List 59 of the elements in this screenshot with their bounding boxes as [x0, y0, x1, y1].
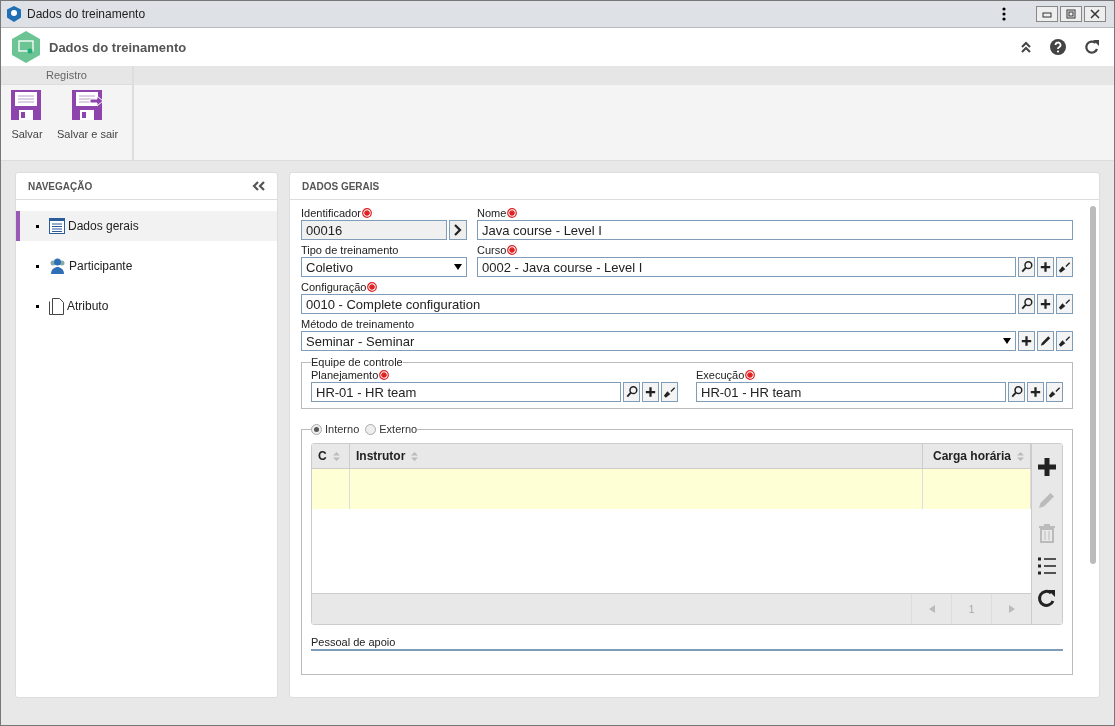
- dropdown-arrow-icon[interactable]: [454, 264, 462, 270]
- radio-button[interactable]: Externo: [365, 423, 418, 435]
- add-button[interactable]: [1036, 456, 1058, 478]
- chevron-right-icon[interactable]: [454, 224, 462, 236]
- collapse-icon[interactable]: [1020, 41, 1032, 53]
- section-title: DADOS GERAIS: [302, 180, 380, 192]
- field-label: Método de treinamento: [301, 318, 415, 330]
- input-field[interactable]: HR-01 - HR team: [311, 382, 621, 402]
- column-header[interactable]: Instrutor: [356, 449, 406, 463]
- dropdown[interactable]: Seminar - Seminar: [301, 331, 1016, 351]
- page-icon: [49, 297, 64, 315]
- column-header[interactable]: Carga horária: [932, 449, 1011, 463]
- ribbon-group-label: Registro: [1, 66, 132, 85]
- help-icon[interactable]: [1050, 39, 1066, 55]
- field-label: Pessoal de apoio: [311, 636, 396, 648]
- refresh-icon[interactable]: [1084, 39, 1100, 55]
- close-icon[interactable]: [1090, 9, 1100, 19]
- radio-circle-icon[interactable]: [311, 423, 322, 435]
- list-button[interactable]: [1036, 555, 1058, 577]
- field-label: Identificador: [301, 207, 361, 219]
- field-label: Execução: [696, 369, 745, 381]
- input-field[interactable]: Java course - Level I: [477, 220, 1073, 240]
- nav-item[interactable]: Dados gerais: [16, 211, 277, 241]
- group-title: Equipe de controle: [311, 356, 403, 368]
- minimize-icon[interactable]: [1042, 10, 1052, 18]
- refresh-button[interactable]: [1036, 588, 1058, 610]
- save-button[interactable]: Salvar: [7, 90, 47, 140]
- window-title: Dados do treinamento: [27, 7, 147, 21]
- list-icon: [49, 218, 65, 234]
- app-logo-icon: [7, 6, 21, 22]
- field-label: Curso: [477, 244, 507, 256]
- page-title: Dados do treinamento: [49, 39, 188, 55]
- field-label: Configuração: [301, 281, 367, 293]
- next-button[interactable]: [449, 220, 467, 240]
- field-label: Tipo de treinamento: [301, 244, 399, 256]
- radio-button[interactable]: Interno: [311, 423, 360, 435]
- radio-circle-icon[interactable]: [365, 423, 377, 435]
- save-and-exit-button[interactable]: Salvar e sair: [53, 90, 123, 140]
- maximize-icon[interactable]: [1066, 9, 1076, 19]
- panel-title: NAVEGAÇÃO: [28, 180, 93, 192]
- dropdown[interactable]: Coletivo: [301, 257, 467, 277]
- nav-item[interactable]: Atributo: [16, 291, 277, 321]
- people-icon: [49, 258, 66, 274]
- minimize-button[interactable]: [1036, 6, 1058, 22]
- input-field[interactable]: 0010 - Complete configuration: [301, 294, 1016, 314]
- certificate-icon: [11, 31, 41, 63]
- field-label: Nome: [477, 207, 507, 219]
- collapse-left-icon[interactable]: [252, 181, 265, 191]
- input-field[interactable]: HR-01 - HR team: [696, 382, 1006, 402]
- field-label: Planejamento: [311, 369, 379, 381]
- maximize-button[interactable]: [1060, 6, 1082, 22]
- nav-item[interactable]: Participante: [16, 251, 277, 281]
- scrollbar[interactable]: [1090, 206, 1096, 564]
- column-header[interactable]: C: [318, 449, 327, 463]
- input-field[interactable]: 0002 - Java course - Level I: [477, 257, 1016, 277]
- more-icon[interactable]: [1002, 7, 1006, 21]
- close-button[interactable]: [1084, 6, 1106, 22]
- dropdown-arrow-icon[interactable]: [1003, 338, 1011, 344]
- input-field[interactable]: 00016: [301, 220, 447, 240]
